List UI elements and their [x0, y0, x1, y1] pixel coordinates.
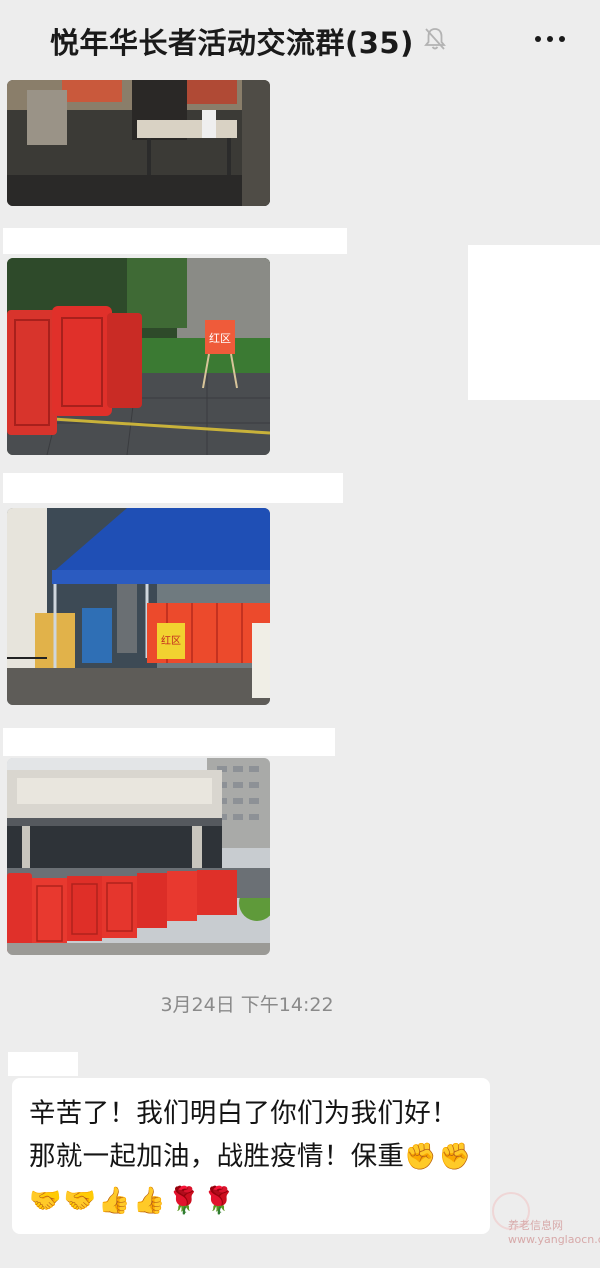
- chat-header: 悦年华长者活动交流群(35): [0, 0, 600, 80]
- photo-red-zone-barriers[interactable]: 红区: [7, 258, 270, 455]
- chat-title[interactable]: 悦年华长者活动交流群(35): [50, 20, 414, 62]
- watermark-line1: 养老信息网: [508, 1219, 563, 1232]
- handshake-emoji-icon: 🤝: [29, 1186, 62, 1216]
- fist-emoji-icon: ✊: [404, 1142, 437, 1172]
- photo-blue-tent-entrance[interactable]: 红区: [7, 508, 270, 705]
- redacted-sender-name: [3, 728, 335, 756]
- redacted-sender-name: [3, 228, 347, 254]
- sign-text: 红区: [209, 332, 231, 345]
- rose-emoji-icon: 🌹: [167, 1186, 201, 1216]
- text-message-bubble[interactable]: 辛苦了！我们明白了你们为我们好！那就一起加油，战胜疫情！保重✊✊🤝🤝👍👍🌹🌹: [12, 1078, 490, 1234]
- watermark: 养老信息网 www.yanglaocn.com: [508, 1219, 600, 1247]
- more-button[interactable]: [528, 20, 572, 56]
- fist-emoji-icon: ✊: [438, 1142, 472, 1172]
- thumbs-up-emoji-icon: 👍: [133, 1186, 166, 1216]
- redacted-sender-name: [3, 473, 343, 503]
- photo-table-area[interactable]: [7, 80, 270, 206]
- message-text: 辛苦了！我们明白了你们为我们好！那就一起加油，战胜疫情！保重: [29, 1098, 458, 1172]
- redacted-avatar: [468, 245, 600, 400]
- rose-emoji-icon: 🌹: [202, 1186, 236, 1216]
- photo-building-red-barriers[interactable]: [7, 758, 270, 955]
- redacted-sender-name: [8, 1052, 78, 1076]
- bell-off-icon: [422, 26, 448, 52]
- message-timestamp: 3月24日 下午14:22: [160, 994, 334, 1016]
- watermark-line2: www.yanglaocn.com: [508, 1233, 600, 1246]
- thumbs-up-emoji-icon: 👍: [98, 1186, 132, 1216]
- sign-text: 红区: [161, 634, 181, 647]
- handshake-emoji-icon: 🤝: [63, 1186, 97, 1216]
- more-dots-icon[interactable]: [528, 20, 572, 56]
